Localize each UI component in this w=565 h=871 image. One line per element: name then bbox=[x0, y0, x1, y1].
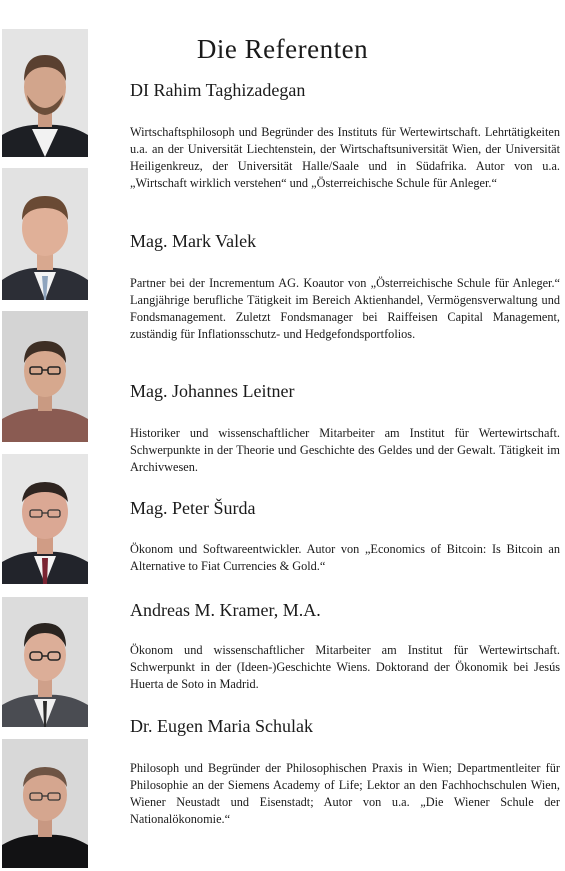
speaker-name-surda: Mag. Peter Šurda bbox=[130, 498, 256, 518]
speaker-photo-surda bbox=[2, 454, 88, 584]
speaker-bio-leitner: Historiker und wissenschaftlicher Mitarb… bbox=[130, 426, 560, 474]
speaker-bio-schulak: Philosoph und Begründer der Philosophisc… bbox=[130, 761, 560, 826]
speaker-name-kramer: Andreas M. Kramer, M.A. bbox=[130, 600, 321, 620]
speaker-photo-kramer bbox=[2, 597, 88, 727]
speaker-bio-valek: Partner bei der Incrementum AG. Koautor … bbox=[130, 276, 560, 341]
speaker-bio-taghizadegan: Wirtschaftsphilosoph und Begründer des I… bbox=[130, 125, 560, 190]
speaker-photo-leitner bbox=[2, 311, 88, 442]
speaker-photo-valek bbox=[2, 168, 88, 300]
speaker-name-leitner: Mag. Johannes Leitner bbox=[130, 381, 295, 401]
speaker-bio-kramer: Ökonom und wissenschaftlicher Mitarbeite… bbox=[130, 643, 560, 691]
speaker-photo-schulak bbox=[2, 739, 88, 868]
speaker-photo-taghizadegan bbox=[2, 29, 88, 157]
speaker-name-schulak: Dr. Eugen Maria Schulak bbox=[130, 716, 313, 736]
speaker-name-valek: Mag. Mark Valek bbox=[130, 231, 257, 251]
speaker-name-taghizadegan: DI Rahim Taghizadegan bbox=[130, 80, 306, 100]
speaker-bio-surda: Ökonom und Softwareentwickler. Autor von… bbox=[130, 542, 560, 573]
